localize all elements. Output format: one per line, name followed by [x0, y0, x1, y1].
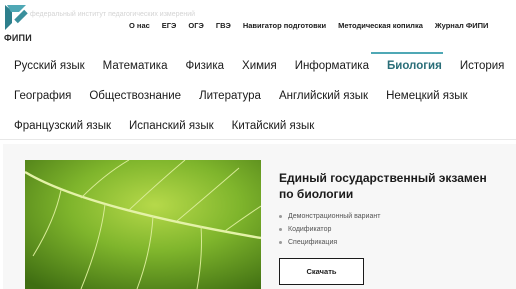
- subject-row-3: Французский язык Испанский язык Китайски…: [14, 120, 332, 132]
- tab-social-studies[interactable]: Обществознание: [89, 90, 181, 102]
- tab-history[interactable]: История: [460, 60, 505, 72]
- tab-biology[interactable]: Биология: [387, 60, 442, 72]
- nav-fipi-journal[interactable]: Журнал ФИПИ: [435, 21, 489, 30]
- nav-methodical-collection[interactable]: Методическая копилка: [338, 21, 423, 30]
- link-codifier[interactable]: Кодификатор: [279, 223, 380, 236]
- exam-card: Единый государственный экзамен по биолог…: [3, 144, 516, 289]
- tab-mathematics[interactable]: Математика: [103, 60, 168, 72]
- active-tab-indicator: [371, 52, 443, 54]
- section-divider: [0, 139, 516, 140]
- subject-row-2: География Обществознание Литература Англ…: [14, 90, 486, 102]
- exam-title: Единый государственный экзамен по биолог…: [279, 171, 487, 201]
- tab-russian[interactable]: Русский язык: [14, 60, 85, 72]
- tab-informatics[interactable]: Информатика: [295, 60, 369, 72]
- tab-german[interactable]: Немецкий язык: [386, 90, 467, 102]
- tab-geography[interactable]: География: [14, 90, 71, 102]
- link-demo-version[interactable]: Демонстрационный вариант: [279, 210, 380, 223]
- tab-chemistry[interactable]: Химия: [242, 60, 277, 72]
- nav-oge[interactable]: ОГЭ: [188, 21, 203, 30]
- nav-about[interactable]: О нас: [129, 21, 150, 30]
- exam-document-links: Демонстрационный вариант Кодификатор Спе…: [279, 210, 380, 249]
- nav-preparation-navigator[interactable]: Навигатор подготовки: [243, 21, 326, 30]
- top-navigation: О нас ЕГЭ ОГЭ ГВЭ Навигатор подготовки М…: [129, 21, 512, 30]
- link-specification[interactable]: Спецификация: [279, 236, 380, 249]
- header-tagline: федеральный институт педагогических изме…: [30, 11, 196, 18]
- tab-spanish[interactable]: Испанский язык: [129, 120, 214, 132]
- tab-literature[interactable]: Литература: [199, 90, 261, 102]
- tab-french[interactable]: Французский язык: [14, 120, 111, 132]
- nav-gve[interactable]: ГВЭ: [216, 21, 231, 30]
- download-button[interactable]: Скачать: [279, 258, 364, 285]
- logo-text: ФИПИ: [4, 33, 32, 43]
- green-leaf-image: [25, 160, 261, 289]
- tab-physics[interactable]: Физика: [185, 60, 224, 72]
- tab-english[interactable]: Английский язык: [279, 90, 368, 102]
- site-header: ФИПИ федеральный институт педагогических…: [0, 0, 516, 52]
- tab-chinese[interactable]: Китайский язык: [232, 120, 315, 132]
- nav-ege[interactable]: ЕГЭ: [162, 21, 177, 30]
- subject-row-1: Русский язык Математика Физика Химия Инф…: [14, 60, 516, 72]
- page: ФИПИ федеральный институт педагогических…: [0, 0, 516, 289]
